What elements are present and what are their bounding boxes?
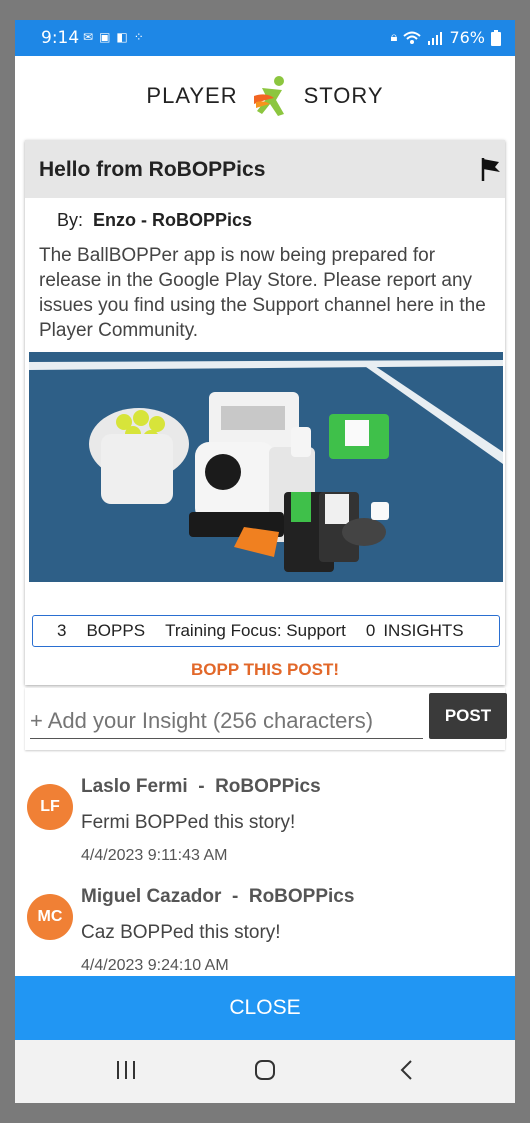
- avatar: LF: [27, 784, 73, 830]
- post-body: The BallBOPPer app is now being prepared…: [39, 245, 486, 341]
- close-button[interactable]: CLOSE: [15, 976, 515, 1040]
- post-byline: By: Enzo - RoBOPPics: [57, 210, 252, 231]
- post-author: Enzo - RoBOPPics: [93, 210, 253, 230]
- player-logo-icon: [253, 76, 284, 116]
- flag-icon[interactable]: [479, 156, 501, 182]
- battery-icon: [491, 29, 501, 46]
- avatar: MC: [27, 894, 73, 940]
- post-title: Hello from RoBOPPics: [39, 158, 266, 181]
- comment-author: Laslo Fermi - RoBOPPics: [81, 776, 321, 797]
- home-icon[interactable]: [253, 1058, 277, 1082]
- phone-screen: 9:14 ✉ ▣ ◧ ⁘ 🔒︎ 76% PLAYER STORY Hello f…: [15, 20, 515, 1103]
- insights-label: INSIGHTS: [383, 621, 464, 640]
- status-bar: 9:14 ✉ ▣ ◧ ⁘ 🔒︎ 76%: [15, 20, 515, 56]
- insight-input[interactable]: [30, 708, 423, 739]
- post-button[interactable]: POST: [429, 693, 507, 739]
- battery-percent: 76%: [449, 28, 485, 47]
- by-label: By:: [57, 210, 84, 230]
- app-logo: PLAYER STORY: [15, 56, 515, 136]
- bopps-label: BOPPS: [86, 621, 146, 640]
- comment-timestamp: 4/4/2023 9:24:10 AM: [81, 957, 229, 974]
- recent-apps-icon[interactable]: [115, 1058, 137, 1082]
- post-image: [29, 352, 503, 582]
- comment-timestamp: 4/4/2023 9:11:43 AM: [81, 847, 228, 864]
- lock-icon: 🔒︎: [390, 30, 398, 45]
- bopps-count: 3: [57, 621, 67, 640]
- post-stats: 3 BOPPS Training Focus: Support 0 INSIGH…: [32, 615, 500, 647]
- comment-text: Caz BOPPed this story!: [81, 922, 281, 943]
- logo-text-player: PLAYER: [146, 83, 238, 108]
- bopp-this-post-button[interactable]: BOPP THIS POST!: [25, 660, 505, 680]
- system-icons: 🔒︎ 76%: [391, 28, 501, 47]
- list-item: LF Laslo Fermi - RoBOPPics Fermi BOPPed …: [15, 760, 515, 870]
- training-focus: Training Focus: Support: [165, 621, 346, 640]
- comment-text: Fermi BOPPed this story!: [81, 812, 296, 833]
- list-item: MC Miguel Cazador - RoBOPPics Caz BOPPed…: [15, 870, 515, 976]
- insights-count: 0: [365, 621, 376, 640]
- comment-list[interactable]: LF Laslo Fermi - RoBOPPics Fermi BOPPed …: [15, 760, 515, 976]
- dots-icon: ⁘: [133, 30, 144, 44]
- wifi-icon: [403, 31, 422, 44]
- mail-icon: ✉: [83, 30, 94, 44]
- notification-icons: ✉ ▣ ◧ ⁘: [83, 30, 144, 44]
- android-nav-bar: [15, 1040, 515, 1103]
- logo-text-story: STORY: [303, 83, 384, 108]
- signal-icon: [428, 31, 443, 45]
- status-time: 9:14: [41, 28, 80, 48]
- robot-photo: [29, 352, 503, 582]
- back-icon[interactable]: [397, 1058, 417, 1082]
- ap-icon: ▣: [99, 30, 111, 44]
- outlook-icon: ◧: [116, 30, 128, 44]
- comment-author: Miguel Cazador - RoBOPPics: [81, 886, 355, 907]
- insight-composer: POST: [25, 688, 507, 750]
- post-header: Hello from RoBOPPics: [25, 140, 505, 198]
- post-card: Hello from RoBOPPics By: Enzo - RoBOPPics…: [25, 140, 505, 685]
